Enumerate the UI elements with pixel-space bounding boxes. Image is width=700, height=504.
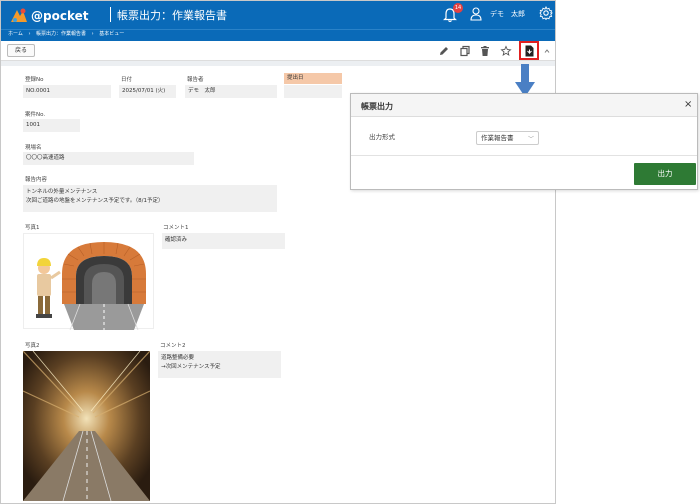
photo1-image[interactable] <box>23 233 154 331</box>
collapse-caret-icon[interactable] <box>543 47 551 55</box>
chevron-down-icon: ﹀ <box>527 136 534 143</box>
reporter-label: 報告者 <box>187 77 204 83</box>
breadcrumb-separator: › <box>91 31 94 37</box>
output-format-select[interactable]: 作業報告書 ﹀ <box>476 131 539 145</box>
logo-mark-icon <box>11 8 27 22</box>
site-name-value: 〇〇〇高速道路 <box>23 152 194 165</box>
report-content-line: トンネルの外量メンテナンス <box>26 189 98 195</box>
copy-icon[interactable] <box>459 45 471 57</box>
report-content-value: トンネルの外量メンテナンス 次回ご道路の地盤をメンテナンス予定です。（8/1予定… <box>23 185 277 212</box>
site-name-label: 現場名 <box>25 145 42 151</box>
output-button[interactable]: 出力 <box>634 163 696 185</box>
dialog-title: 帳票出力 <box>361 102 393 111</box>
date-label: 日付 <box>121 77 133 83</box>
close-icon[interactable]: × <box>684 99 692 110</box>
app-window: @pocket 帳票出力：作業報告書 14 デモ 太郎 ホーム › 帳票出力：作… <box>0 0 556 504</box>
photo1-label: 写真1 <box>25 225 40 231</box>
breadcrumb: ホーム › 帳票出力：作業報告書 › 基本ビュー <box>1 29 555 41</box>
back-button[interactable]: 戻る <box>7 44 35 57</box>
tunnel-illustration <box>36 242 146 331</box>
submit-date-label: 提出日 <box>284 73 342 84</box>
notification-badge: 14 <box>453 3 463 13</box>
app-logo[interactable]: @pocket <box>9 5 99 25</box>
comment1-value: 確認済み <box>162 233 285 249</box>
document-output-icon <box>525 45 534 57</box>
breadcrumb-separator: › <box>28 31 31 37</box>
comment2-line: 道路整備必要 <box>161 355 195 361</box>
photo2-image[interactable] <box>23 351 150 501</box>
dialog-divider <box>351 155 697 156</box>
breadcrumb-view: 基本ビュー <box>99 31 125 37</box>
app-header: @pocket 帳票出力：作業報告書 14 デモ 太郎 <box>1 1 555 29</box>
comment2-line: →次回メンテナンス予定 <box>161 364 221 370</box>
page-title: 帳票出力：作業報告書 <box>117 9 227 22</box>
output-format-value: 作業報告書 <box>481 134 514 142</box>
edit-pencil-icon[interactable] <box>438 45 450 57</box>
report-content-line: 次回ご道路の地盤をメンテナンス予定です。（8/1予定） <box>26 198 164 204</box>
header-divider <box>110 7 111 22</box>
settings-gear-icon[interactable] <box>539 6 553 20</box>
photo2-label: 写真2 <box>25 343 40 349</box>
output-format-label: 出力形式 <box>369 133 395 141</box>
breadcrumb-home[interactable]: ホーム <box>8 31 23 37</box>
comment2-label: コメント2 <box>160 343 186 349</box>
case-no-value: 1001 <box>23 119 80 132</box>
user-name[interactable]: デモ 太郎 <box>490 9 525 19</box>
comment2-value: 道路整備必要 →次回メンテナンス予定 <box>158 351 281 378</box>
breadcrumb-report[interactable]: 帳票出力：作業報告書 <box>36 31 86 37</box>
case-no-label: 案件No. <box>25 112 46 118</box>
report-content-label: 報告内容 <box>25 177 48 183</box>
registration-no-value: NO.0001 <box>23 85 111 98</box>
form-output-dialog: 帳票出力 × 出力形式 作業報告書 ﹀ 出力 <box>350 93 698 190</box>
reporter-value: デモ 太郎 <box>185 85 277 98</box>
delete-trash-icon[interactable] <box>479 45 491 57</box>
dialog-header: 帳票出力 × <box>351 94 697 117</box>
date-value: 2025/07/01 (火) <box>119 85 176 98</box>
user-icon[interactable] <box>470 7 482 21</box>
content-divider <box>1 61 555 66</box>
record-toolbar: 戻る <box>1 41 555 61</box>
favorite-star-icon[interactable] <box>500 45 512 57</box>
logo-text: @pocket <box>31 9 89 23</box>
submit-date-value <box>284 85 342 98</box>
tunnel-photo <box>23 351 150 501</box>
comment1-label: コメント1 <box>163 225 189 231</box>
form-output-button[interactable] <box>519 41 539 60</box>
registration-no-label: 登録No <box>25 77 44 83</box>
